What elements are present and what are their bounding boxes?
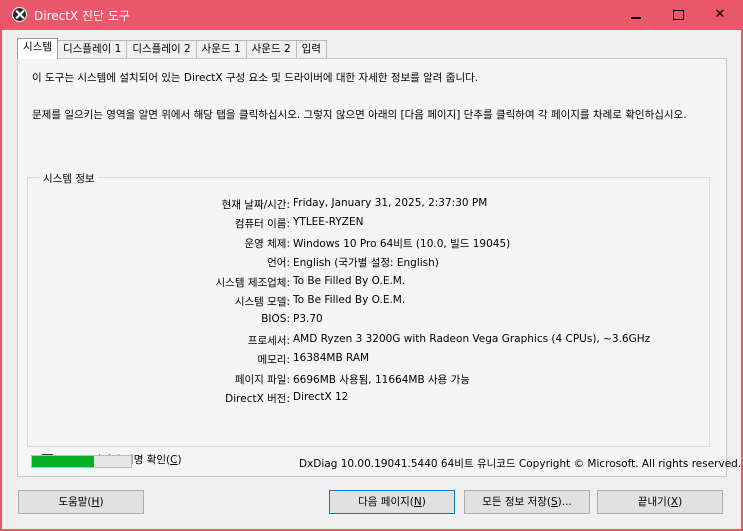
maximize-button[interactable]: [659, 0, 697, 30]
exit-button[interactable]: 끝내기(X): [597, 490, 723, 514]
info-value: P3.70: [293, 313, 323, 326]
tab-sound-2[interactable]: 사운드 2: [245, 40, 297, 59]
tab-sound-1[interactable]: 사운드 1: [195, 40, 247, 59]
info-value: To Be Filled By O.E.M.: [293, 274, 406, 287]
tab-display-1[interactable]: 디스플레이 1: [56, 40, 128, 59]
info-label: 페이지 파일:: [234, 373, 290, 386]
directx-app-icon: [12, 7, 27, 22]
info-value: 6696MB 사용됨, 11664MB 사용 가능: [293, 373, 470, 386]
info-row: 언어: English (국가별 설정: English): [28, 255, 711, 274]
system-info-group-label: 시스템 정보: [40, 171, 98, 186]
info-label: 현재 날짜/시간:: [221, 199, 290, 211]
info-value: To Be Filled By O.E.M.: [293, 293, 406, 306]
info-label: 시스템 제조업체:: [215, 276, 291, 289]
info-label: 메모리:: [257, 354, 290, 367]
info-label: 시스템 모델:: [234, 295, 290, 308]
system-info-list: 현재 날짜/시간: Friday, January 31, 2025, 2:37:…: [28, 197, 711, 410]
info-value: Friday, January 31, 2025, 2:37:30 PM: [293, 197, 488, 209]
close-button[interactable]: ✕: [701, 0, 739, 30]
info-value: Windows 10 Pro 64비트 (10.0, 빌드 19045): [293, 237, 511, 250]
tab-display-2[interactable]: 디스플레이 2: [126, 40, 197, 59]
info-value: 16384MB RAM: [293, 352, 370, 365]
info-value: YTLEE-RYZEN: [293, 216, 364, 229]
system-tab-panel: 이 도구는 시스템에 설치되어 있는 DirectX 구성 요소 및 드라이버에…: [17, 58, 727, 477]
info-label: 프로세서:: [247, 334, 290, 347]
info-row: 운영 체제: Windows 10 Pro 64비트 (10.0, 빌드 1904…: [28, 236, 711, 255]
info-label: DirectX 버전:: [225, 392, 290, 405]
info-label: BIOS:: [261, 313, 290, 326]
info-row: DirectX 버전: DirectX 12: [28, 391, 711, 410]
tab-input[interactable]: 입력: [295, 40, 327, 59]
info-row: 페이지 파일: 6696MB 사용됨, 11664MB 사용 가능: [28, 372, 711, 391]
system-info-group: 시스템 정보 현재 날짜/시간: Friday, January 31, 2025…: [27, 171, 711, 447]
info-row: 메모리: 16384MB RAM: [28, 352, 711, 371]
status-text: DxDiag 10.00.19041.5440 64비트 유니코드 Copyri…: [299, 458, 742, 470]
instruction-text: 문제를 일으키는 영역을 알면 위에서 해당 탭을 클릭하십시오. 그렇지 않으…: [32, 109, 687, 121]
info-label: 언어:: [267, 257, 290, 270]
dxdiag-window: DirectX 진단 도구 ✕ 시스템 디스플레이 1 디스플레이 2 사운드 …: [0, 0, 743, 531]
info-row: 컴퓨터 이름: YTLEE-RYZEN: [28, 216, 711, 235]
next-page-button[interactable]: 다음 페이지(N): [329, 490, 455, 514]
info-label: 운영 체제:: [244, 237, 290, 250]
info-value: DirectX 12: [293, 390, 349, 403]
tab-system[interactable]: 시스템: [17, 38, 58, 59]
title-bar[interactable]: DirectX 진단 도구 ✕: [0, 0, 743, 30]
info-value: English (국가별 설정: English): [293, 257, 439, 270]
progress-fill: [32, 456, 95, 467]
info-value: AMD Ryzen 3 3200G with Radeon Vega Graph…: [293, 332, 651, 345]
info-row: 현재 날짜/시간: Friday, January 31, 2025, 2:37:…: [28, 197, 711, 216]
help-button[interactable]: 도움말(H): [18, 490, 144, 514]
client-area: 시스템 디스플레이 1 디스플레이 2 사운드 1 사운드 2 입력 이 도구는…: [2, 30, 741, 529]
info-row: 시스템 제조업체: To Be Filled By O.E.M.: [28, 275, 711, 294]
save-all-info-button[interactable]: 모든 정보 저장(S)...: [464, 490, 590, 514]
minimize-button[interactable]: [617, 0, 655, 30]
window-title: DirectX 진단 도구: [34, 9, 130, 23]
info-row: 시스템 모델: To Be Filled By O.E.M.: [28, 294, 711, 313]
info-row: BIOS: P3.70: [28, 313, 711, 332]
info-row: 프로세서: AMD Ryzen 3 3200G with Radeon Vega …: [28, 333, 711, 352]
close-icon: ✕: [714, 7, 726, 22]
tab-strip: 시스템 디스플레이 1 디스플레이 2 사운드 1 사운드 2 입력: [17, 38, 327, 59]
intro-text: 이 도구는 시스템에 설치되어 있는 DirectX 구성 요소 및 드라이버에…: [32, 72, 479, 84]
info-label: 컴퓨터 이름:: [234, 218, 290, 231]
progress-bar: [31, 455, 132, 468]
